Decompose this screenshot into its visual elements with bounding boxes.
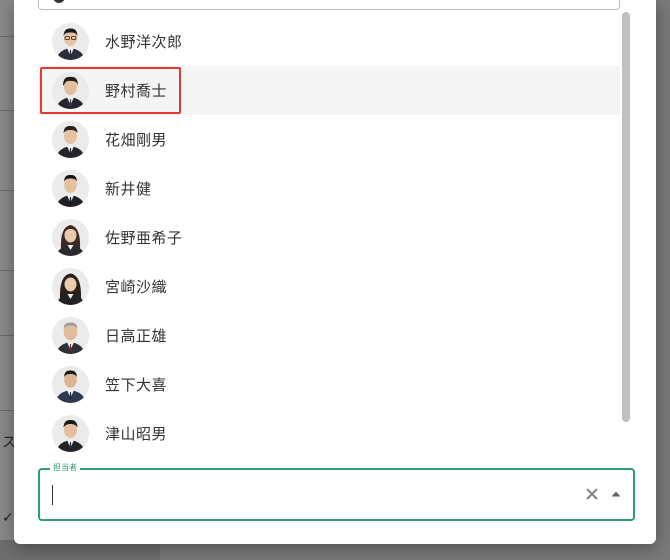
option-name: 笠下大喜 [105,376,168,394]
option-name: 花畑剛男 [105,131,168,149]
option-miyazaki-saori[interactable]: 宮崎沙織 [38,262,620,311]
field-label: 担当者 [50,463,80,473]
option-name: 水野洋次郎 [105,33,183,51]
list-scrollbar[interactable] [622,12,630,458]
text-caret [52,485,53,505]
man-suit-avatar [52,121,89,158]
option-tsuyama-akio[interactable]: 津山昭男 [38,409,620,456]
option-name: 津山昭男 [105,425,168,443]
option-arai-ken[interactable]: 新井健 [38,164,620,213]
option-hidaka-masao[interactable]: 日高正雄 [38,311,620,360]
woman-suit-avatar [52,219,89,256]
top-field-edge [38,0,620,10]
selection-highlight [40,67,181,114]
assignee-dialog: 水野洋次郎 野村喬士 花畑剛男 新井健 佐野亜希子 宮崎沙織 日高正雄 笠下大喜… [14,0,656,544]
option-sano-akiko[interactable]: 佐野亜希子 [38,213,620,262]
option-mizuno-yojiro[interactable]: 水野洋次郎 [38,17,620,66]
option-name: 宮崎沙織 [105,278,168,296]
background-check-icon: ✓ [2,510,14,526]
man-suit-glasses-avatar [52,23,89,60]
older-man-suit-avatar [52,317,89,354]
scrollbar-thumb[interactable] [622,12,630,422]
woman-suit-avatar [52,268,89,305]
avatar [53,0,65,3]
option-name: 日高正雄 [105,327,168,345]
option-name: 新井健 [105,180,152,198]
option-name: 佐野亜希子 [105,229,183,247]
man-suit-avatar [52,415,89,452]
man-suit-avatar [52,366,89,403]
close-icon[interactable] [582,484,602,504]
option-hanabatake-takeo[interactable]: 花畑剛男 [38,115,620,164]
assignee-autocomplete-field[interactable]: 担当者 [38,463,635,521]
man-suit-avatar [52,170,89,207]
option-kasashita-daiki[interactable]: 笠下大喜 [38,360,620,409]
arrow-up-icon[interactable] [606,484,626,504]
